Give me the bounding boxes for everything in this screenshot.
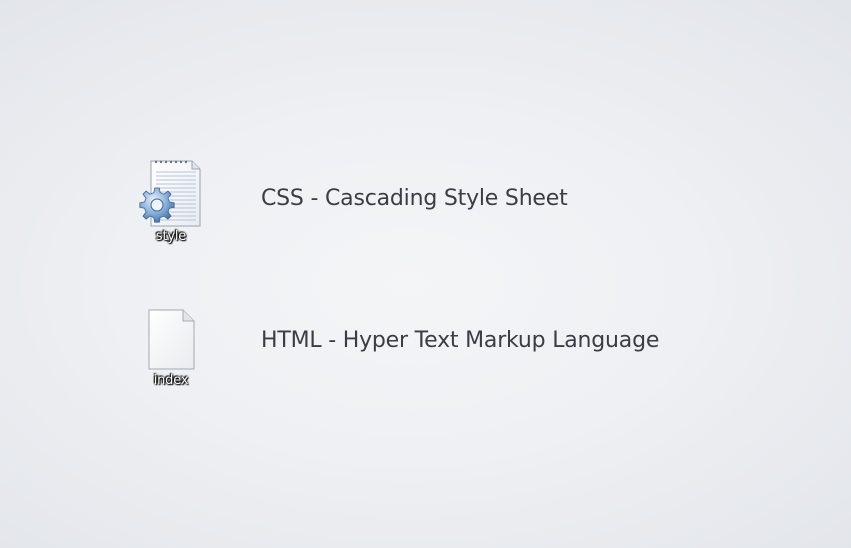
html-description: HTML - Hyper Text Markup Language	[261, 328, 660, 353]
desktop-file-style[interactable]: style	[136, 158, 206, 244]
file-name-label: index	[153, 373, 189, 388]
file-name-label: style	[155, 229, 187, 244]
css-file-gear-icon	[139, 160, 201, 227]
blank-file-icon	[148, 309, 195, 370]
css-description: CSS - Cascading Style Sheet	[261, 186, 568, 211]
desktop-file-index[interactable]: index	[136, 308, 206, 388]
desktop: style index CSS - Cascading Style Sheet …	[0, 0, 851, 548]
